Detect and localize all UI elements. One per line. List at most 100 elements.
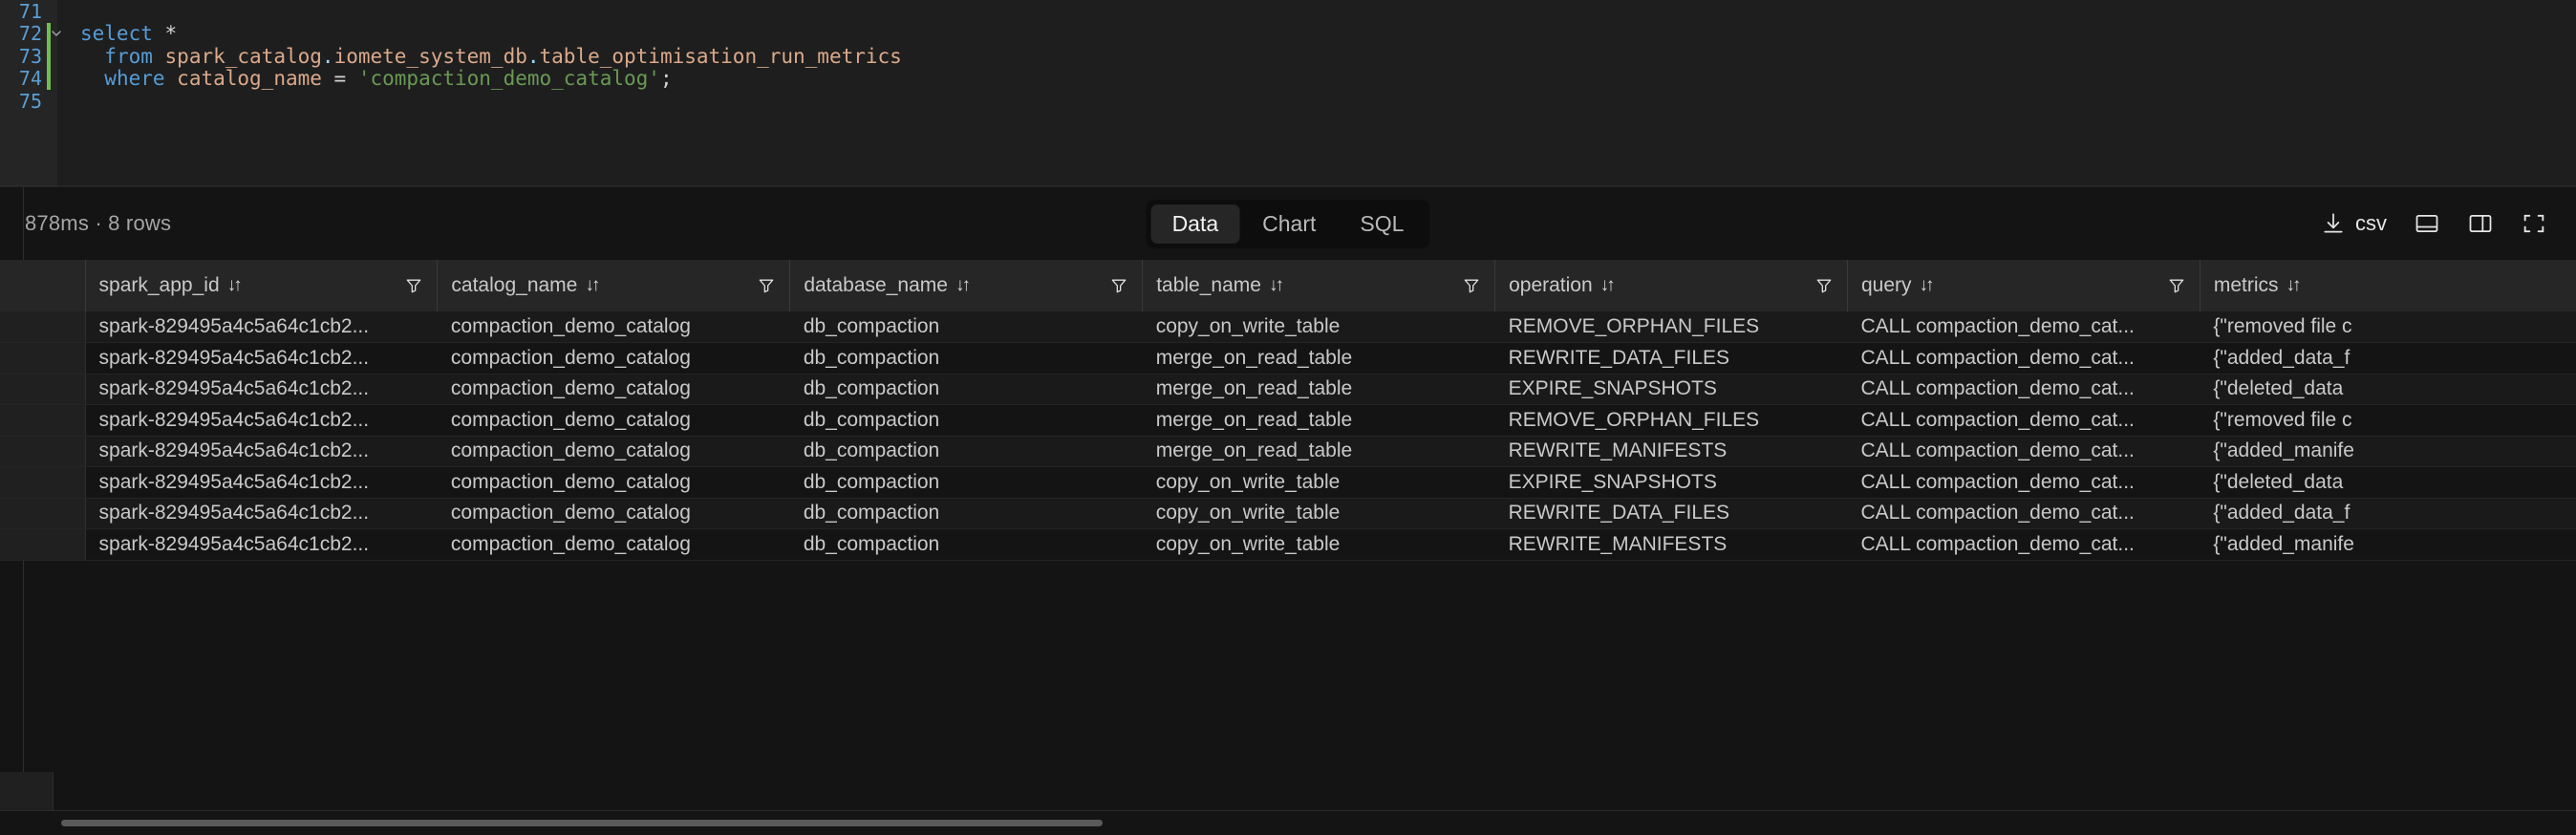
table-row[interactable]: spark-829495a4c5a64c1cb2... compaction_de… [0,404,2576,437]
cell-spark_app_id[interactable]: spark-829495a4c5a64c1cb2... [85,528,438,561]
cell-table_name[interactable]: copy_on_write_table [1142,498,1495,529]
table-row[interactable]: spark-829495a4c5a64c1cb2... compaction_de… [0,311,2576,343]
tab-sql[interactable]: SQL [1339,204,1425,244]
cell-database_name[interactable]: db_compaction [789,342,1143,375]
cell-query[interactable]: CALL compaction_demo_cat... [1847,311,2200,343]
column-header-operation[interactable]: operation ↓↑ [1494,260,1848,311]
column-header-spark_app_id[interactable]: spark_app_id ↓↑ [85,260,439,311]
cell-metrics[interactable]: {"deleted_data [2200,374,2576,405]
code-line[interactable]: 72 select * [0,22,2576,45]
cell-query[interactable]: CALL compaction_demo_cat... [1847,374,2200,405]
column-header-label[interactable]: table_name ↓↑ [1156,274,1284,297]
column-header-metrics[interactable]: metrics ↓↑ [2200,260,2576,311]
sort-toggle-icon[interactable]: ↓↑ [1269,275,1284,296]
filter-icon[interactable] [1814,276,1834,295]
column-header-query[interactable]: query ↓↑ [1847,260,2200,311]
cell-operation[interactable]: EXPIRE_SNAPSHOTS [1494,466,1848,499]
filter-icon[interactable] [404,276,423,295]
cell-database_name[interactable]: db_compaction [789,466,1143,499]
cell-metrics[interactable]: {"added_data_f [2200,342,2576,375]
code-line[interactable]: 74 where catalog_name = 'compaction_demo… [0,67,2576,90]
sort-toggle-icon[interactable]: ↓↑ [1600,275,1616,296]
cell-query[interactable]: CALL compaction_demo_cat... [1847,498,2200,529]
table-row[interactable]: spark-829495a4c5a64c1cb2... compaction_de… [0,342,2576,375]
download-csv-button[interactable]: csv [2321,211,2387,236]
fullscreen-button[interactable] [2521,210,2547,237]
column-header-label[interactable]: operation ↓↑ [1509,274,1616,297]
sql-editor[interactable]: 71 72 select * 73 from spark_catalog.iomete… [0,0,2576,187]
cell-table_name[interactable]: copy_on_write_table [1142,311,1495,343]
cell-catalog_name[interactable]: compaction_demo_catalog [437,404,790,437]
horizontal-scrollbar[interactable] [0,810,2576,835]
filter-icon[interactable] [2167,276,2186,295]
column-header-catalog_name[interactable]: catalog_name ↓↑ [437,260,791,311]
sort-toggle-icon[interactable]: ↓↑ [227,275,243,296]
scrollbar-thumb[interactable] [61,820,1103,826]
cell-database_name[interactable]: db_compaction [789,404,1143,437]
column-header-label[interactable]: database_name ↓↑ [804,274,971,297]
cell-operation[interactable]: REMOVE_ORPHAN_FILES [1494,311,1848,343]
cell-operation[interactable]: REWRITE_DATA_FILES [1494,342,1848,375]
table-row[interactable]: spark-829495a4c5a64c1cb2... compaction_de… [0,466,2576,499]
cell-query[interactable]: CALL compaction_demo_cat... [1847,342,2200,375]
column-header-database_name[interactable]: database_name ↓↑ [789,260,1144,311]
table-row[interactable]: spark-829495a4c5a64c1cb2... compaction_de… [0,374,2576,405]
sort-toggle-icon[interactable]: ↓↑ [585,275,600,296]
table-row[interactable]: spark-829495a4c5a64c1cb2... compaction_de… [0,528,2576,561]
cell-catalog_name[interactable]: compaction_demo_catalog [437,528,790,561]
filter-icon[interactable] [757,276,776,295]
cell-catalog_name[interactable]: compaction_demo_catalog [437,466,790,499]
cell-spark_app_id[interactable]: spark-829495a4c5a64c1cb2... [85,498,438,529]
sort-toggle-icon[interactable]: ↓↑ [2286,275,2302,296]
cell-table_name[interactable]: merge_on_read_table [1142,342,1495,375]
results-view-tabs[interactable]: Data Chart SQL [1146,199,1430,248]
cell-spark_app_id[interactable]: spark-829495a4c5a64c1cb2... [85,342,438,375]
cell-spark_app_id[interactable]: spark-829495a4c5a64c1cb2... [85,466,438,499]
cell-metrics[interactable]: {"added_manife [2200,528,2576,561]
cell-table_name[interactable]: merge_on_read_table [1142,436,1495,467]
cell-metrics[interactable]: {"added_manife [2200,436,2576,467]
cell-metrics[interactable]: {"removed file c [2200,404,2576,437]
cell-spark_app_id[interactable]: spark-829495a4c5a64c1cb2... [85,404,438,437]
sort-toggle-icon[interactable]: ↓↑ [1920,275,1935,296]
cell-spark_app_id[interactable]: spark-829495a4c5a64c1cb2... [85,311,438,343]
scrollbar-track[interactable] [54,811,2576,835]
column-header-table_name[interactable]: table_name ↓↑ [1142,260,1496,311]
column-header-label[interactable]: spark_app_id ↓↑ [99,274,243,297]
cell-spark_app_id[interactable]: spark-829495a4c5a64c1cb2... [85,374,438,405]
code-line[interactable]: 71 [0,0,2576,23]
cell-query[interactable]: CALL compaction_demo_cat... [1847,466,2200,499]
cell-spark_app_id[interactable]: spark-829495a4c5a64c1cb2... [85,436,438,467]
cell-database_name[interactable]: db_compaction [789,436,1143,467]
cell-table_name[interactable]: copy_on_write_table [1142,466,1495,499]
cell-query[interactable]: CALL compaction_demo_cat... [1847,528,2200,561]
cell-metrics[interactable]: {"added_data_f [2200,498,2576,529]
cell-table_name[interactable]: copy_on_write_table [1142,528,1495,561]
editor-lines[interactable]: 71 72 select * 73 from spark_catalog.iomete… [0,0,2576,113]
cell-catalog_name[interactable]: compaction_demo_catalog [437,342,790,375]
cell-database_name[interactable]: db_compaction [789,528,1143,561]
layout-horizontal-button[interactable] [2414,210,2440,237]
cell-database_name[interactable]: db_compaction [789,498,1143,529]
column-header-label[interactable]: catalog_name ↓↑ [451,274,600,297]
code-line[interactable]: 73 from spark_catalog.iomete_system_db.t… [0,45,2576,68]
cell-operation[interactable]: REWRITE_MANIFESTS [1494,528,1848,561]
cell-database_name[interactable]: db_compaction [789,311,1143,343]
cell-operation[interactable]: EXPIRE_SNAPSHOTS [1494,374,1848,405]
cell-table_name[interactable]: merge_on_read_table [1142,374,1495,405]
cell-operation[interactable]: REWRITE_DATA_FILES [1494,498,1848,529]
code-line[interactable]: 75 [0,90,2576,113]
filter-icon[interactable] [1462,276,1481,295]
filter-icon[interactable] [1109,276,1128,295]
cell-query[interactable]: CALL compaction_demo_cat... [1847,404,2200,437]
cell-metrics[interactable]: {"removed file c [2200,311,2576,343]
layout-vertical-button[interactable] [2467,210,2494,237]
results-grid[interactable]: spark_app_id ↓↑ catalog_name ↓↑ database_nam… [0,260,2576,835]
table-row[interactable]: spark-829495a4c5a64c1cb2... compaction_de… [0,436,2576,467]
cell-metrics[interactable]: {"deleted_data [2200,466,2576,499]
cell-database_name[interactable]: db_compaction [789,374,1143,405]
cell-catalog_name[interactable]: compaction_demo_catalog [437,436,790,467]
sort-toggle-icon[interactable]: ↓↑ [955,275,971,296]
tab-chart[interactable]: Chart [1241,204,1337,244]
table-row[interactable]: spark-829495a4c5a64c1cb2... compaction_de… [0,498,2576,529]
